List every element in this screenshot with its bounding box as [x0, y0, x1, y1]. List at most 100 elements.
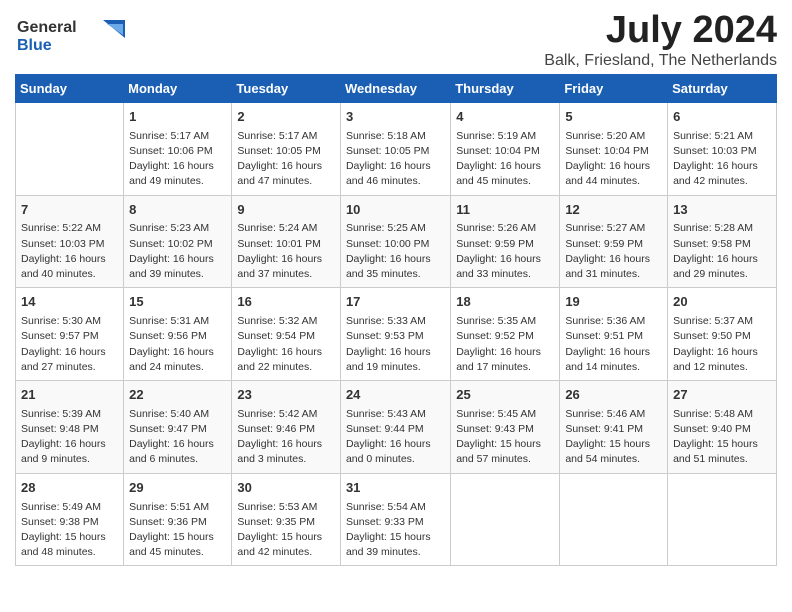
day-number: 27	[673, 386, 771, 405]
day-number: 19	[565, 293, 662, 312]
cell-text: Sunrise: 5:18 AM	[346, 129, 445, 144]
cell-text: and 24 minutes.	[129, 360, 226, 375]
cell-text: Sunrise: 5:39 AM	[21, 407, 118, 422]
cell-text: and 14 minutes.	[565, 360, 662, 375]
cell-text: Daylight: 16 hours	[237, 252, 335, 267]
cell-text: and 19 minutes.	[346, 360, 445, 375]
day-number: 10	[346, 201, 445, 220]
cell-text: Sunrise: 5:33 AM	[346, 314, 445, 329]
cell-text: Sunset: 9:51 PM	[565, 329, 662, 344]
cell-text: Sunrise: 5:17 AM	[129, 129, 226, 144]
cell-text: Sunrise: 5:53 AM	[237, 500, 335, 515]
cell-text: Daylight: 16 hours	[346, 252, 445, 267]
cell-text: and 45 minutes.	[456, 174, 554, 189]
cell-text: Daylight: 16 hours	[346, 345, 445, 360]
calendar-cell: 3Sunrise: 5:18 AMSunset: 10:05 PMDayligh…	[340, 102, 450, 195]
cell-text: Daylight: 16 hours	[21, 437, 118, 452]
title-block: July 2024 Balk, Friesland, The Netherlan…	[544, 10, 777, 70]
cell-text: Sunset: 9:36 PM	[129, 515, 226, 530]
day-number: 11	[456, 201, 554, 220]
cell-text: and 48 minutes.	[21, 545, 118, 560]
column-header-friday: Friday	[560, 74, 668, 102]
cell-text: Sunset: 9:59 PM	[456, 237, 554, 252]
calendar-cell: 13Sunrise: 5:28 AMSunset: 9:58 PMDayligh…	[668, 195, 777, 288]
cell-text: and 47 minutes.	[237, 174, 335, 189]
cell-text: Daylight: 16 hours	[456, 345, 554, 360]
day-number: 13	[673, 201, 771, 220]
cell-text: Daylight: 16 hours	[565, 159, 662, 174]
day-number: 7	[21, 201, 118, 220]
cell-text: Sunset: 9:47 PM	[129, 422, 226, 437]
svg-text:Blue: Blue	[17, 37, 52, 54]
cell-text: and 6 minutes.	[129, 452, 226, 467]
cell-text: Daylight: 16 hours	[346, 159, 445, 174]
cell-text: Sunrise: 5:35 AM	[456, 314, 554, 329]
cell-text: Sunrise: 5:51 AM	[129, 500, 226, 515]
calendar-cell: 11Sunrise: 5:26 AMSunset: 9:59 PMDayligh…	[451, 195, 560, 288]
cell-text: Sunset: 9:53 PM	[346, 329, 445, 344]
cell-text: Daylight: 16 hours	[237, 437, 335, 452]
calendar-cell: 27Sunrise: 5:48 AMSunset: 9:40 PMDayligh…	[668, 380, 777, 473]
cell-text: Sunset: 10:02 PM	[129, 237, 226, 252]
calendar-cell: 19 Sunrise: 5:36 AMSunset: 9:51 PMDayligh…	[560, 288, 668, 381]
column-header-tuesday: Tuesday	[232, 74, 341, 102]
cell-text: Sunrise: 5:20 AM	[565, 129, 662, 144]
calendar-cell: 23Sunrise: 5:42 AMSunset: 9:46 PMDayligh…	[232, 380, 341, 473]
calendar-table: SundayMondayTuesdayWednesdayThursdayFrid…	[15, 74, 777, 567]
day-number: 14	[21, 293, 118, 312]
cell-text: and 54 minutes.	[565, 452, 662, 467]
cell-text: Daylight: 16 hours	[673, 159, 771, 174]
day-number: 8	[129, 201, 226, 220]
location: Balk, Friesland, The Netherlands	[544, 52, 777, 70]
cell-text: Sunset: 9:48 PM	[21, 422, 118, 437]
day-number: 2	[237, 108, 335, 127]
calendar-cell	[16, 102, 124, 195]
cell-text: Sunset: 9:35 PM	[237, 515, 335, 530]
day-number: 28	[21, 479, 118, 498]
cell-text: Sunrise: 5:23 AM	[129, 221, 226, 236]
cell-text: Sunset: 10:01 PM	[237, 237, 335, 252]
calendar-cell: 6Sunrise: 5:21 AMSunset: 10:03 PMDayligh…	[668, 102, 777, 195]
cell-text: Sunrise: 5:31 AM	[129, 314, 226, 329]
cell-text: Sunrise: 5:54 AM	[346, 500, 445, 515]
cell-text: Daylight: 16 hours	[129, 252, 226, 267]
cell-text: Daylight: 16 hours	[21, 345, 118, 360]
calendar-cell: 9Sunrise: 5:24 AMSunset: 10:01 PMDayligh…	[232, 195, 341, 288]
page-header: General Blue July 2024 Balk, Friesland, …	[15, 10, 777, 70]
cell-text: Sunset: 10:03 PM	[21, 237, 118, 252]
day-number: 22	[129, 386, 226, 405]
cell-text: Sunrise: 5:32 AM	[237, 314, 335, 329]
cell-text: Daylight: 16 hours	[129, 437, 226, 452]
cell-text: and 39 minutes.	[129, 267, 226, 282]
cell-text: Sunset: 9:52 PM	[456, 329, 554, 344]
calendar-cell: 12Sunrise: 5:27 AMSunset: 9:59 PMDayligh…	[560, 195, 668, 288]
day-number: 5	[565, 108, 662, 127]
calendar-cell: 28Sunrise: 5:49 AMSunset: 9:38 PMDayligh…	[16, 473, 124, 566]
day-number: 24	[346, 386, 445, 405]
cell-text: Daylight: 16 hours	[565, 345, 662, 360]
calendar-cell: 22Sunrise: 5:40 AMSunset: 9:47 PMDayligh…	[124, 380, 232, 473]
cell-text: Daylight: 16 hours	[565, 252, 662, 267]
cell-text: Sunrise: 5:46 AM	[565, 407, 662, 422]
cell-text: Daylight: 16 hours	[129, 159, 226, 174]
cell-text: Sunset: 9:33 PM	[346, 515, 445, 530]
month-title: July 2024	[544, 10, 777, 52]
cell-text: Sunrise: 5:45 AM	[456, 407, 554, 422]
day-number: 17	[346, 293, 445, 312]
calendar-cell: 4Sunrise: 5:19 AMSunset: 10:04 PMDayligh…	[451, 102, 560, 195]
cell-text: Sunset: 9:41 PM	[565, 422, 662, 437]
column-header-monday: Monday	[124, 74, 232, 102]
cell-text: Sunset: 9:59 PM	[565, 237, 662, 252]
cell-text: Sunrise: 5:42 AM	[237, 407, 335, 422]
calendar-cell: 29Sunrise: 5:51 AMSunset: 9:36 PMDayligh…	[124, 473, 232, 566]
cell-text: and 29 minutes.	[673, 267, 771, 282]
cell-text: Sunset: 9:54 PM	[237, 329, 335, 344]
cell-text: and 27 minutes.	[21, 360, 118, 375]
cell-text: and 44 minutes.	[565, 174, 662, 189]
calendar-cell: 24Sunrise: 5:43 AMSunset: 9:44 PMDayligh…	[340, 380, 450, 473]
calendar-cell: 2Sunrise: 5:17 AMSunset: 10:05 PMDayligh…	[232, 102, 341, 195]
cell-text: and 45 minutes.	[129, 545, 226, 560]
cell-text: Daylight: 16 hours	[673, 345, 771, 360]
cell-text: Daylight: 15 hours	[21, 530, 118, 545]
cell-text: Sunrise: 5:36 AM	[565, 314, 662, 329]
